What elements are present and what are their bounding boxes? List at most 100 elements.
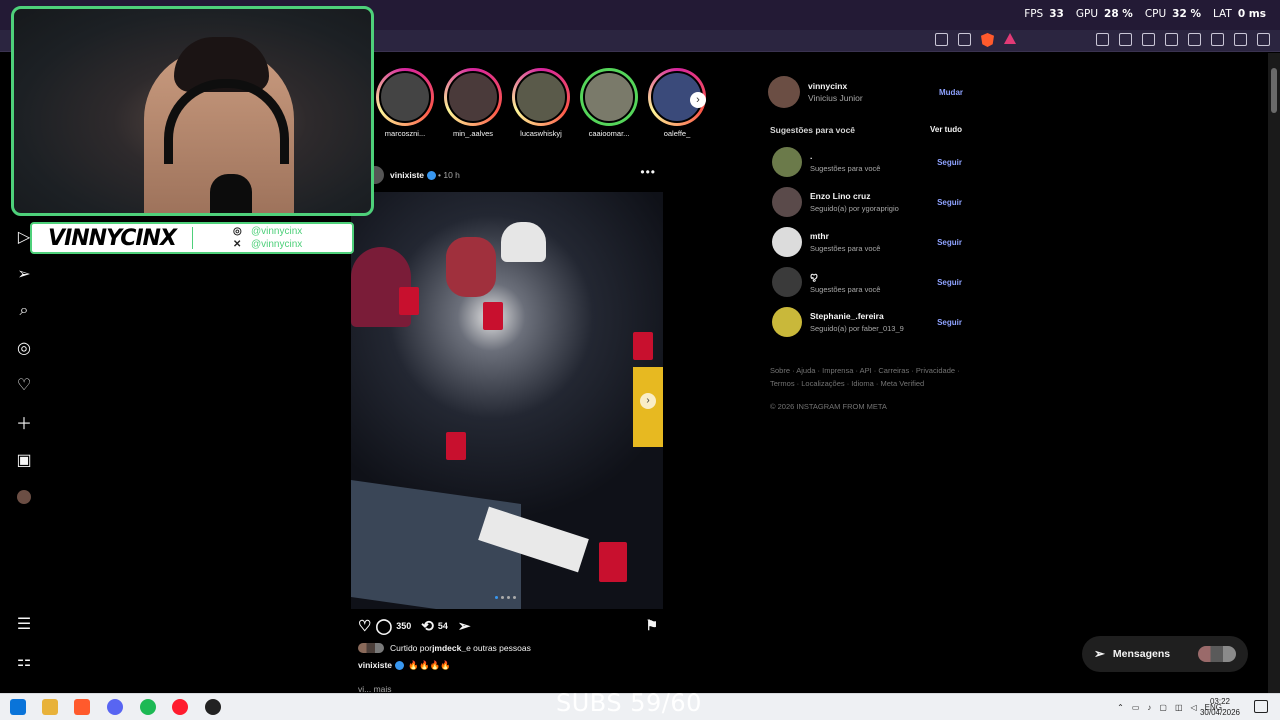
streamer-name: VINNYCINX [48,225,177,251]
follow-button[interactable]: Seguir [937,278,962,287]
network-icon[interactable]: ◫ [1175,703,1183,712]
discord-icon[interactable] [107,699,123,715]
follow-button[interactable]: Seguir [937,318,962,327]
spotify-icon[interactable] [140,699,156,715]
suggestion-avatar[interactable] [772,227,802,257]
story-label: lucaswhiskyj [520,129,562,138]
brave-rewards-icon[interactable] [1004,33,1016,44]
suggestion-username[interactable]: Enzo Lino cruz [810,191,899,201]
caption-username[interactable]: vinixiste [358,660,392,670]
stories-next-chevron-icon[interactable]: › [690,92,706,108]
comment-icon[interactable]: ◯ [375,619,392,634]
dashboard-icon[interactable]: ▣ [14,450,34,470]
suggestion-username[interactable]: mthr [810,231,880,241]
instagram-icon: ◎ [233,226,242,237]
carousel-dots [495,596,516,599]
suggestion-username[interactable]: Stephanie_.fereira [810,311,904,321]
post-image[interactable] [351,192,663,609]
carousel-next-chevron-icon[interactable]: › [640,393,656,409]
streamer-banner: VINNYCINX ◎ @vinnycinx ✕ @vinnycinx [30,222,354,254]
reposts-count[interactable]: 54 [438,621,448,631]
share-icon[interactable] [958,33,971,46]
create-plus-icon[interactable]: ＋ [14,412,34,433]
file-explorer-icon[interactable] [42,699,58,715]
scroll-thumb[interactable] [1271,68,1277,113]
red-cup [399,287,419,315]
current-username[interactable]: vinnycinx [808,81,863,91]
wallet-icon[interactable] [1188,33,1201,46]
see-all-link[interactable]: Ver tudo [930,125,962,134]
follow-button[interactable]: Seguir [937,238,962,247]
post-options-icon[interactable]: ••• [640,165,656,179]
sidebar-icon[interactable] [1165,33,1178,46]
suggestion-avatar[interactable] [772,267,802,297]
opera-icon[interactable] [172,699,188,715]
explore-icon[interactable]: ◎ [14,338,34,358]
story-item[interactable]: lucaswhiskyj [512,68,570,138]
menu-icon[interactable] [1257,33,1270,46]
screenshot-icon[interactable] [1119,33,1132,46]
suggestion-item: . Sugestões para você Seguir [772,147,962,177]
post-author-username[interactable]: vinixiste [390,170,424,180]
suggestion-username[interactable]: . [810,151,880,161]
current-user-avatar[interactable] [768,76,800,108]
search-icon[interactable]: ⌕ [14,301,34,321]
tray-chevron-icon[interactable]: ⌃ [1117,703,1124,712]
suggestion-item: Enzo Lino cruz Seguido(a) por ygoraprigio… [772,187,962,217]
liked-by-user[interactable]: jmdeck_ [432,643,466,653]
clock-time: 03:22 [1209,697,1230,706]
start-windows-icon[interactable] [10,699,26,715]
story-ring [512,68,570,126]
messages-button[interactable]: ➢ Mensagens [1082,636,1248,672]
extensions-icon[interactable] [1096,33,1109,46]
more-menu-icon[interactable]: ☰ [14,614,34,634]
story-label: marcoszni... [384,129,426,138]
profile-avatar-icon[interactable] [14,487,34,507]
page-scrollbar[interactable] [1268,53,1280,693]
brave-shields-icon[interactable] [981,33,994,47]
threads-apps-icon[interactable]: ⚏ [14,651,34,671]
like-heart-icon[interactable]: ♡ [358,619,371,634]
notifications-heart-icon[interactable]: ♡ [14,375,34,395]
brave-icon[interactable] [74,699,90,715]
person-red-mask [446,237,496,297]
save-bookmark-icon[interactable]: ⚑ [645,617,658,634]
story-item[interactable]: marcoszni... [376,68,434,138]
notifications-icon[interactable] [1254,700,1268,713]
clock[interactable]: 03:22 30/04/2026 [1200,696,1240,718]
vpn-icon[interactable] [1234,33,1247,46]
mic-icon[interactable]: ♪ [1147,703,1151,712]
x-handle: @vinnycinx [251,239,303,250]
cast-icon[interactable] [935,33,948,46]
performance-hud: FPS 33 GPU 28 % CPU 32 % LAT 0 ms [1024,8,1266,20]
repost-icon[interactable]: ⟲ [421,619,434,634]
liked-by-suffix[interactable]: e outras pessoas [466,643,531,653]
suggestion-avatar[interactable] [772,307,802,337]
obs-icon[interactable] [205,699,221,715]
footer-links[interactable]: Sobre · Ajuda · Imprensa · API · Carreir… [770,364,970,390]
caption-text: 🔥🔥🔥🔥 [408,660,451,670]
story-item[interactable]: caaioomar... [580,68,638,138]
liked-by-prefix: Curtido por [390,643,433,653]
volume-icon[interactable]: ◁ [1191,703,1197,712]
display-icon[interactable]: ▢ [1159,703,1167,712]
red-cup [633,332,653,360]
share-send-icon[interactable]: ➢ [458,619,471,634]
microphone [210,174,252,213]
follow-button[interactable]: Seguir [937,198,962,207]
banner-divider [192,227,193,249]
media-icon[interactable] [1142,33,1155,46]
liked-by-avatars [358,643,384,653]
comments-count[interactable]: 350 [396,621,411,631]
suggestion-username[interactable]: ꨄ [810,270,880,282]
red-cup [483,302,503,330]
suggestion-item: mthr Sugestões para você Seguir [772,227,962,257]
messages-nav-icon[interactable]: ➢ [14,264,34,284]
switch-account-link[interactable]: Mudar [939,88,963,97]
suggestion-avatar[interactable] [772,147,802,177]
leo-icon[interactable] [1211,33,1224,46]
suggestion-avatar[interactable] [772,187,802,217]
battery-icon[interactable]: ▭ [1132,703,1140,712]
story-item[interactable]: min_.aalves [444,68,502,138]
follow-button[interactable]: Seguir [937,158,962,167]
